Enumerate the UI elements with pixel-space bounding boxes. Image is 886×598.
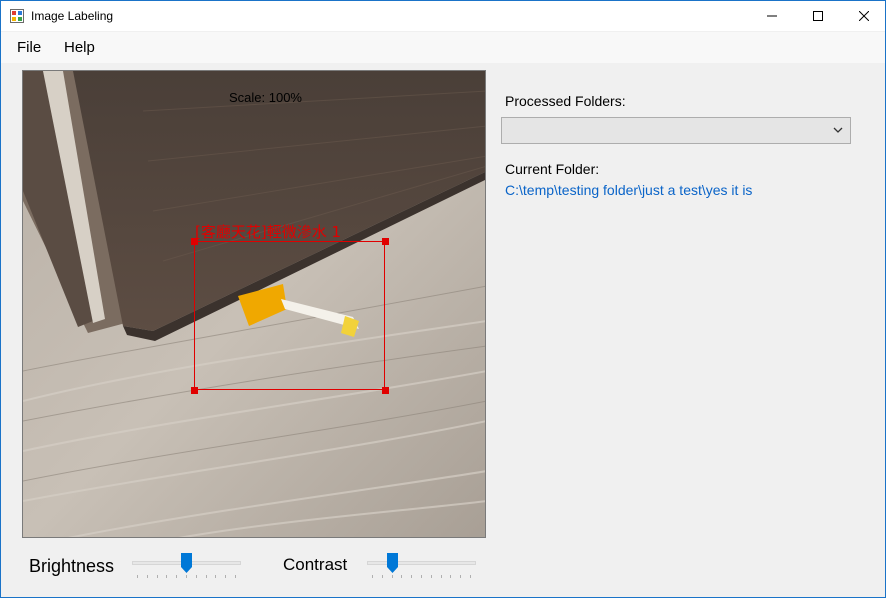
chevron-down-icon [833, 127, 843, 133]
brightness-slider-ticks [137, 575, 236, 579]
bbox-handle-top-right[interactable] [382, 238, 389, 245]
brightness-slider[interactable] [132, 553, 241, 583]
brightness-label: Brightness [29, 556, 115, 576]
close-button[interactable] [841, 1, 886, 31]
contrast-slider-track [367, 561, 476, 565]
menu-file[interactable]: File [17, 39, 41, 56]
app-window: Image Labeling File Help Scale: 100% [客廳… [0, 0, 886, 598]
window-title: Image Labeling [31, 9, 114, 23]
title-bar[interactable]: Image Labeling [1, 1, 885, 31]
minimize-icon [767, 15, 777, 17]
maximize-icon [813, 11, 823, 21]
processed-folders-dropdown[interactable] [501, 117, 851, 144]
minimize-button[interactable] [749, 1, 795, 31]
current-folder-path: C:\temp\testing folder\just a test\yes i… [505, 182, 753, 198]
brightness-slider-thumb[interactable] [181, 553, 192, 573]
close-icon [859, 11, 869, 21]
menu-help[interactable]: Help [64, 39, 95, 56]
current-folder-label: Current Folder: [505, 161, 600, 177]
annotation-bounding-box[interactable] [194, 241, 385, 390]
bbox-handle-bottom-left[interactable] [191, 387, 198, 394]
menu-bar: File Help [1, 32, 885, 63]
contrast-slider[interactable] [367, 553, 476, 583]
scale-indicator: Scale: 100% [229, 90, 302, 105]
contrast-label: Contrast [283, 555, 348, 574]
contrast-slider-ticks [372, 575, 471, 579]
contrast-slider-thumb[interactable] [387, 553, 398, 573]
app-icon [10, 9, 24, 23]
annotation-label: [客廳天花]輕微滲水 1 [195, 223, 342, 241]
bbox-handle-bottom-right[interactable] [382, 387, 389, 394]
processed-folders-label: Processed Folders: [505, 93, 626, 109]
maximize-button[interactable] [795, 1, 841, 31]
